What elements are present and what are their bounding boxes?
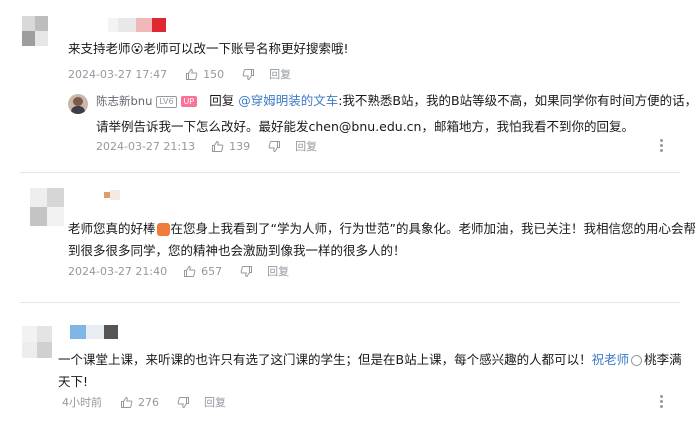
username-blurred[interactable] xyxy=(108,18,168,32)
like-count: 139 xyxy=(229,139,251,153)
comment-meta: 2024-03-27 21:40 657 回复 xyxy=(68,263,289,279)
avatar[interactable] xyxy=(30,188,64,226)
mention-link[interactable]: @穿姆明装的文车 xyxy=(238,93,338,108)
reply-prefix: 回复 xyxy=(209,93,235,108)
reply-header: 陈志新bnu LV6 UP 回复 @穿姆明装的文车:我不熟悉B站，我的B站等级不高，… xyxy=(96,90,697,112)
level-badge: LV6 xyxy=(156,95,177,108)
thumbs-down-icon[interactable] xyxy=(240,265,253,278)
comment-meta: 2024-03-27 17:47 150 回复 xyxy=(68,66,291,82)
thumbs-down-icon[interactable] xyxy=(268,140,281,153)
avatar[interactable] xyxy=(22,16,48,46)
reply-date: 2024-03-27 21:13 xyxy=(96,139,196,153)
like-count: 276 xyxy=(138,395,159,409)
fire-emoji-icon xyxy=(156,223,170,236)
divider xyxy=(20,302,680,303)
reply-link[interactable]: 回复 xyxy=(295,138,317,154)
thumbs-down-icon[interactable] xyxy=(177,396,190,409)
reply-line-2: 请举例告诉我一下怎么改好。最好能发chen@bnu.edu.cn，邮箱地方，我怕… xyxy=(96,119,634,134)
up-badge: UP xyxy=(180,96,198,107)
more-options-icon[interactable] xyxy=(660,139,664,153)
avatar[interactable] xyxy=(22,326,52,358)
comment-meta: 4小时前 276 回复 xyxy=(62,394,226,410)
comment-text: 老师您真的好棒 xyxy=(68,221,156,236)
mention-link[interactable]: 祝老师 xyxy=(592,352,630,367)
like-count: 150 xyxy=(203,67,225,81)
avatar[interactable] xyxy=(68,94,88,114)
reply-meta: 2024-03-27 21:13 139 回复 xyxy=(96,138,317,154)
emoji-icon xyxy=(631,355,643,366)
thumbs-up-icon[interactable] xyxy=(211,140,224,153)
like-count: 657 xyxy=(201,264,223,278)
more-options-icon[interactable] xyxy=(660,395,664,409)
comment-date: 2024-03-27 17:47 xyxy=(68,67,168,81)
thumbs-up-icon[interactable] xyxy=(183,265,196,278)
username-blurred[interactable] xyxy=(104,190,134,204)
comment-text-line-2: 到很多很多同学，您的精神也会激励到像我一样的很多人的！ xyxy=(68,243,406,258)
thumbs-down-icon[interactable] xyxy=(242,68,255,81)
comment-text: 桃李满 xyxy=(644,352,682,367)
comment-text: 来支持老师😮老师可以改一下账号名称更好搜索哦! xyxy=(68,41,349,56)
comment-text-line-2: 天下! xyxy=(58,374,89,389)
comment-date: 4小时前 xyxy=(62,396,102,409)
username-blurred[interactable] xyxy=(70,325,122,339)
reply-link[interactable]: 回复 xyxy=(204,394,226,410)
comment-text-line-1: 一个课堂上课，来听课的也许只有选了这门课的学生；但是在B站上课，每个感兴趣的人都… xyxy=(58,349,682,371)
thumbs-up-icon[interactable] xyxy=(185,68,198,81)
reply-username[interactable]: 陈志新bnu xyxy=(96,94,152,108)
comment-date: 2024-03-27 21:40 xyxy=(68,264,168,278)
thumbs-up-icon[interactable] xyxy=(120,396,133,409)
reply-line-1: :我不熟悉B站，我的B站等级不高，如果同学你有时间方便的话， xyxy=(338,93,698,108)
divider xyxy=(20,172,680,173)
comment-text-line-1: 老师您真的好棒 在您身上我看到了“学为人师，行为世范”的具象化。老师加油，我已关注… xyxy=(68,218,696,240)
comment-text: 一个课堂上课，来听课的也许只有选了这门课的学生；但是在B站上课，每个感兴趣的人都… xyxy=(58,352,592,367)
reply-link[interactable]: 回复 xyxy=(269,66,291,82)
comment-text: 在您身上我看到了“学为人师，行为世范”的具象化。老师加油，我已关注！我相信您的用… xyxy=(170,221,696,236)
reply-link[interactable]: 回复 xyxy=(267,263,289,279)
